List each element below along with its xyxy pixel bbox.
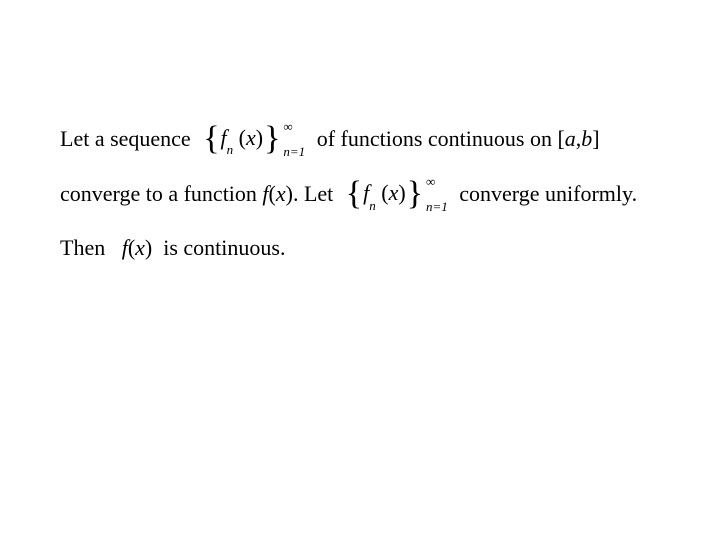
fn-subscript: n [369, 198, 376, 213]
sequence-notation: { fn (x) } ∞ n=1 [345, 175, 448, 212]
function-symbol: fn (x) [221, 120, 264, 157]
fn-arg: x [389, 180, 399, 205]
upper-limit: ∞ [426, 175, 435, 188]
sequence-limits: ∞ n=1 [426, 177, 448, 211]
close-paren: ) [398, 180, 405, 205]
line-1: Let a sequence { fn (x) } ∞ n=1 of funct… [60, 120, 660, 157]
interval-b: b [581, 121, 592, 156]
text: converge to a function [60, 176, 262, 211]
interval-a: a [565, 121, 576, 156]
text: ). Let [286, 176, 339, 211]
text: ) is continuous. [145, 230, 286, 265]
text: Then [60, 230, 122, 265]
text: of functions continuous on [ [311, 121, 565, 156]
open-paren: ( [381, 180, 388, 205]
text: ( [269, 176, 276, 211]
variable-x: x [135, 230, 145, 265]
lower-limit: n=1 [283, 145, 305, 158]
fn-arg: x [246, 125, 256, 150]
sequence-notation: { fn (x) } ∞ n=1 [202, 120, 305, 157]
right-brace-icon: } [406, 177, 424, 211]
function-symbol: fn (x) [363, 175, 406, 212]
right-brace-icon: } [263, 122, 281, 156]
fn-subscript: n [227, 142, 234, 157]
variable-x: x [276, 176, 286, 211]
left-brace-icon: { [345, 177, 363, 211]
line-2: converge to a function f (x). Let { fn (… [60, 175, 660, 212]
left-brace-icon: { [202, 122, 220, 156]
lower-limit: n=1 [426, 200, 448, 213]
text: Let a sequence [60, 121, 196, 156]
slide: Let a sequence { fn (x) } ∞ n=1 of funct… [0, 0, 720, 540]
text: ] [592, 121, 599, 156]
upper-limit: ∞ [283, 120, 292, 133]
sequence-limits: ∞ n=1 [283, 122, 305, 156]
close-paren: ) [256, 125, 263, 150]
fn-letter: f [221, 125, 227, 150]
open-paren: ( [239, 125, 246, 150]
line-3: Then f (x) is continuous. [60, 230, 660, 265]
text: converge uniformly. [454, 176, 637, 211]
